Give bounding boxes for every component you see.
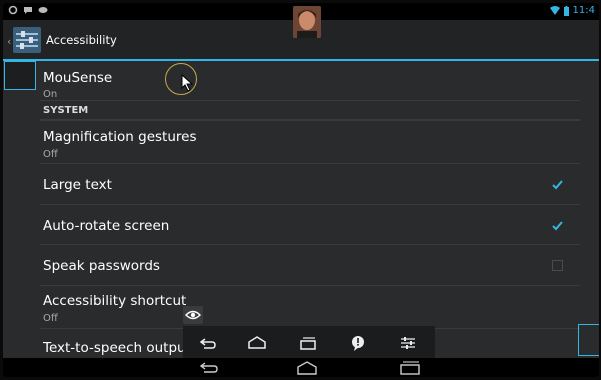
- setting-row-auto-rotate[interactable]: Auto-rotate screen: [40, 205, 580, 245]
- notification-icons: [8, 5, 48, 15]
- setting-title: Auto-rotate screen: [43, 218, 170, 234]
- setting-title: Large text: [43, 177, 112, 193]
- status-right: 11:4: [549, 5, 595, 16]
- message-notification-icon: [24, 7, 32, 14]
- section-header-label: SYSTEM: [43, 105, 89, 116]
- focus-highlight-right: [578, 324, 599, 356]
- settings-list: MouSense On SYSTEM Magnification gesture…: [40, 61, 580, 359]
- setting-summary: On: [43, 89, 58, 100]
- nav-back-icon[interactable]: [198, 360, 220, 376]
- user-avatar: [293, 6, 321, 38]
- setting-row-speak-passwords[interactable]: Speak passwords: [40, 245, 580, 286]
- back-icon[interactable]: [199, 334, 217, 352]
- status-clock: 11:4: [572, 5, 595, 16]
- setting-row-large-text[interactable]: Large text: [40, 164, 580, 205]
- setting-row-magnification-gestures[interactable]: Magnification gestures Off: [40, 121, 580, 164]
- setting-title: Text-to-speech output: [43, 340, 191, 356]
- setting-title: Magnification gestures: [43, 129, 197, 145]
- system-navigation-bar: [3, 358, 599, 377]
- gamepad-notification-icon: [38, 7, 48, 13]
- action-bar-title: Accessibility: [46, 33, 117, 47]
- recent-apps-icon[interactable]: [299, 334, 317, 352]
- home-icon[interactable]: [248, 334, 266, 352]
- person-photo: [293, 6, 321, 38]
- setting-summary: Off: [43, 313, 58, 324]
- battery-icon: [563, 5, 569, 16]
- nav-recent-apps-icon[interactable]: [399, 360, 421, 376]
- accessibility-settings-icon[interactable]: [12, 26, 42, 54]
- setting-summary: Off: [43, 149, 58, 160]
- eye-icon: [185, 310, 201, 320]
- up-caret-icon[interactable]: ‹: [7, 35, 11, 48]
- focus-highlight-left: [4, 61, 36, 90]
- setting-title: Accessibility shortcut: [43, 293, 187, 309]
- settings-notification-icon: [8, 5, 18, 15]
- sliders-settings-icon[interactable]: [399, 334, 417, 352]
- nav-home-icon[interactable]: [296, 360, 318, 376]
- checkbox-checked-icon[interactable]: [552, 220, 563, 231]
- android-screen: 11:4 ‹ Accessibility MouSense On SYSTEM …: [3, 3, 599, 377]
- setting-title: Speak passwords: [43, 258, 160, 274]
- setting-row-accessibility-shortcut[interactable]: Accessibility shortcut Off: [40, 286, 580, 329]
- checkbox-checked-icon[interactable]: [552, 179, 563, 190]
- mouse-pointer-icon: [181, 74, 194, 92]
- mousense-control-bar: [183, 326, 435, 359]
- section-header-system: SYSTEM: [40, 101, 580, 121]
- eye-toggle[interactable]: [183, 306, 203, 324]
- setting-row-mousense[interactable]: MouSense On: [40, 61, 580, 101]
- feedback-icon[interactable]: [349, 334, 367, 352]
- setting-title: MouSense: [43, 70, 113, 86]
- checkbox-unchecked-icon[interactable]: [552, 260, 563, 271]
- wifi-icon: [549, 6, 560, 15]
